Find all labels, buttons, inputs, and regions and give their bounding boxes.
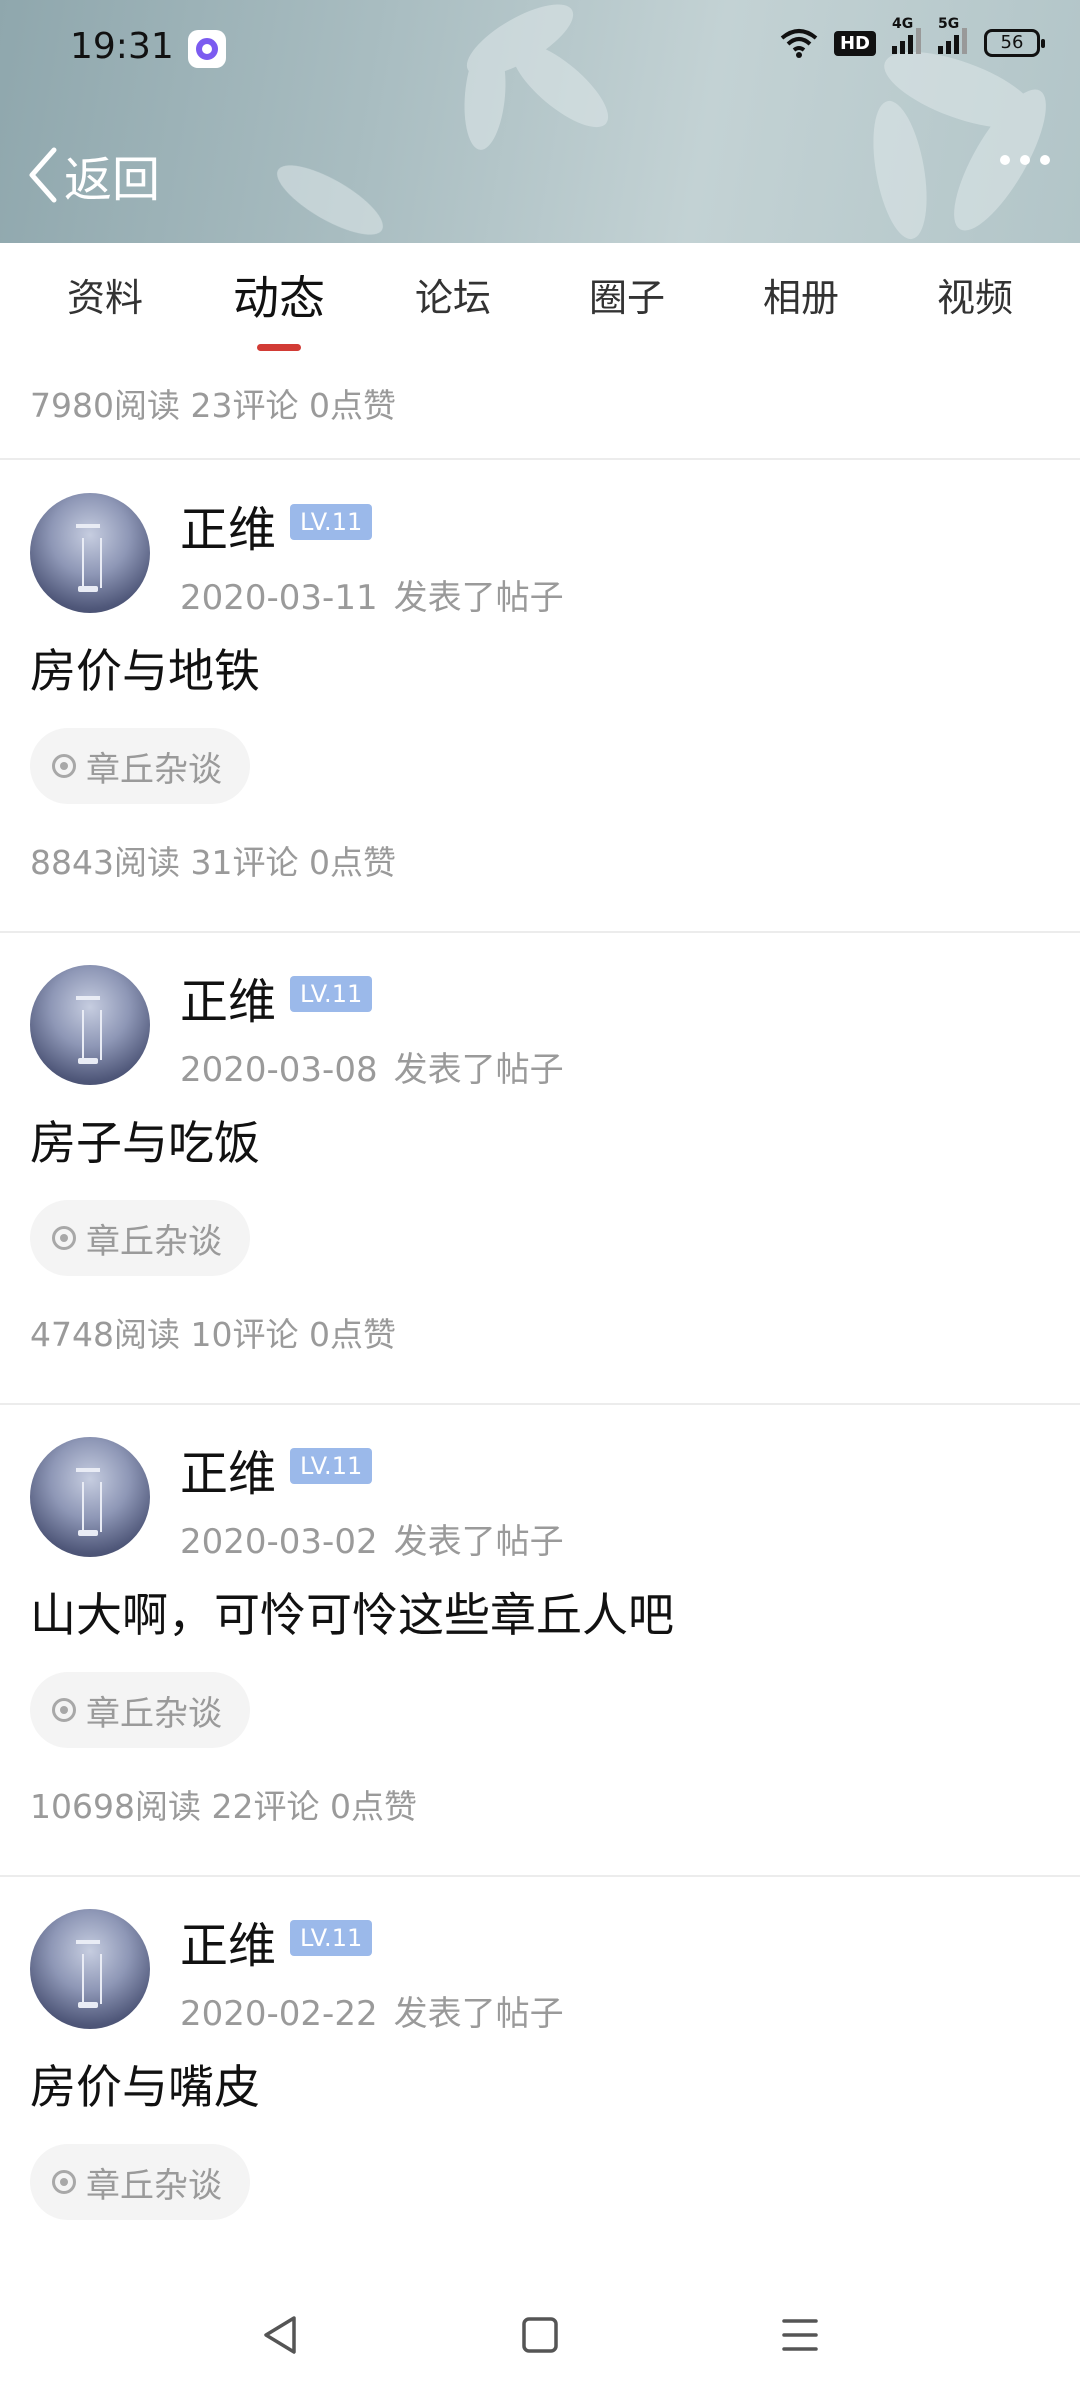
system-nav-bar — [0, 2270, 1080, 2400]
profile-header: 19:31 HD 4G 5G 56 返回 — [0, 0, 1080, 243]
tab-video[interactable]: 视频 — [900, 243, 1050, 363]
post-title[interactable]: 房子与吃饭 — [30, 1107, 260, 1173]
forum-tag[interactable]: 章丘杂谈 — [30, 1200, 250, 1276]
author-name[interactable]: 正维 — [180, 1906, 276, 1976]
post-meta: 2020-02-22 发表了帖子 — [180, 1986, 564, 2035]
tab-circle[interactable]: 圈子 — [552, 243, 702, 363]
post-date: 2020-03-02 — [180, 1522, 378, 1562]
more-dot-icon — [1020, 155, 1030, 165]
post-meta: 2020-03-08 发表了帖子 — [180, 1042, 564, 1091]
more-dot-icon — [1000, 155, 1010, 165]
tab-forum[interactable]: 论坛 — [378, 243, 528, 363]
post-action: 发表了帖子 — [393, 1050, 564, 1090]
more-dot-icon — [1040, 155, 1050, 165]
level-badge: LV.11 — [290, 976, 373, 1012]
tab-album[interactable]: 相册 — [726, 243, 876, 363]
tag-label: 章丘杂谈 — [86, 1693, 222, 1734]
post-action: 发表了帖子 — [393, 1522, 564, 1562]
profile-tabs: 资料 动态 论坛 圈子 相册 视频 — [0, 243, 1080, 363]
target-icon — [52, 2170, 76, 2194]
forum-tag[interactable]: 章丘杂谈 — [30, 2144, 250, 2220]
level-badge: LV.11 — [290, 1448, 373, 1484]
back-button[interactable]: 返回 — [26, 140, 160, 210]
author-name[interactable]: 正维 — [180, 962, 276, 1032]
wifi-icon — [780, 29, 818, 58]
target-icon — [52, 754, 76, 778]
hd-icon: HD — [833, 30, 876, 56]
author-name[interactable]: 正维 — [180, 1434, 276, 1504]
forum-tag[interactable]: 章丘杂谈 — [30, 728, 250, 804]
level-badge: LV.11 — [290, 1920, 373, 1956]
avatar[interactable] — [30, 965, 150, 1085]
tag-label: 章丘杂谈 — [86, 749, 222, 790]
triangle-back-icon — [264, 2316, 296, 2354]
activity-feed: 正维 LV.11 2020-03-11 发表了帖子 房价与地铁 章丘杂谈 8843… — [0, 460, 1080, 2348]
post-stats: 4748阅读 10评论 0点赞 — [0, 1295, 1080, 1405]
feed-post[interactable]: 正维 LV.11 2020-03-02 发表了帖子 山大啊，可怜可怜这些章丘人吧 … — [0, 1404, 1080, 1877]
post-title[interactable]: 房价与地铁 — [30, 635, 260, 701]
target-icon — [52, 1226, 76, 1250]
nav-home-button[interactable] — [500, 2295, 580, 2375]
nav-back-button[interactable] — [240, 2295, 320, 2375]
status-time: 19:31 — [70, 26, 174, 67]
status-icons: HD 4G 5G 56 — [780, 16, 1045, 58]
avatar[interactable] — [30, 493, 150, 613]
post-date: 2020-03-11 — [180, 578, 378, 618]
menu-lines-icon — [782, 2319, 818, 2351]
target-icon — [52, 1698, 76, 1722]
back-label: 返回 — [64, 152, 161, 208]
nav-menu-button[interactable] — [760, 2295, 840, 2375]
post-stats: 10698阅读 22评论 0点赞 — [0, 1767, 1080, 1877]
tab-profile[interactable]: 资料 — [30, 243, 180, 363]
post-meta: 2020-03-11 发表了帖子 — [180, 570, 564, 619]
app-notification-icon — [188, 30, 226, 68]
battery-icon: 56 — [984, 29, 1045, 57]
more-options-button[interactable] — [1000, 155, 1050, 165]
status-bar: 19:31 HD 4G 5G 56 — [0, 0, 1080, 100]
square-home-icon — [522, 2317, 558, 2353]
chevron-left-icon — [29, 147, 57, 203]
forum-tag[interactable]: 章丘杂谈 — [30, 1672, 250, 1748]
post-stats: 8843阅读 31评论 0点赞 — [0, 823, 1080, 933]
tag-label: 章丘杂谈 — [86, 1221, 222, 1262]
avatar[interactable] — [30, 1909, 150, 2029]
post-title[interactable]: 山大啊，可怜可怜这些章丘人吧 — [30, 1579, 674, 1645]
post-date: 2020-03-08 — [180, 1050, 378, 1090]
post-stats: 7980阅读 23评论 0点赞 — [0, 363, 1080, 460]
post-action: 发表了帖子 — [393, 578, 564, 618]
author-name[interactable]: 正维 — [180, 490, 276, 560]
signal-5g-icon: 5G — [938, 16, 968, 58]
tag-label: 章丘杂谈 — [86, 2165, 222, 2206]
tab-activity[interactable]: 动态 — [204, 243, 354, 363]
signal-4g-icon: 4G — [892, 16, 922, 58]
post-action: 发表了帖子 — [393, 1994, 564, 2034]
post-title[interactable]: 房价与嘴皮 — [30, 2051, 260, 2117]
post-meta: 2020-03-02 发表了帖子 — [180, 1514, 564, 1563]
feed-post[interactable]: 正维 LV.11 2020-03-08 发表了帖子 房子与吃饭 章丘杂谈 4748… — [0, 932, 1080, 1405]
post-date: 2020-02-22 — [180, 1994, 378, 2034]
feed-post[interactable]: 正维 LV.11 2020-03-11 发表了帖子 房价与地铁 章丘杂谈 8843… — [0, 460, 1080, 933]
level-badge: LV.11 — [290, 504, 373, 540]
avatar[interactable] — [30, 1437, 150, 1557]
